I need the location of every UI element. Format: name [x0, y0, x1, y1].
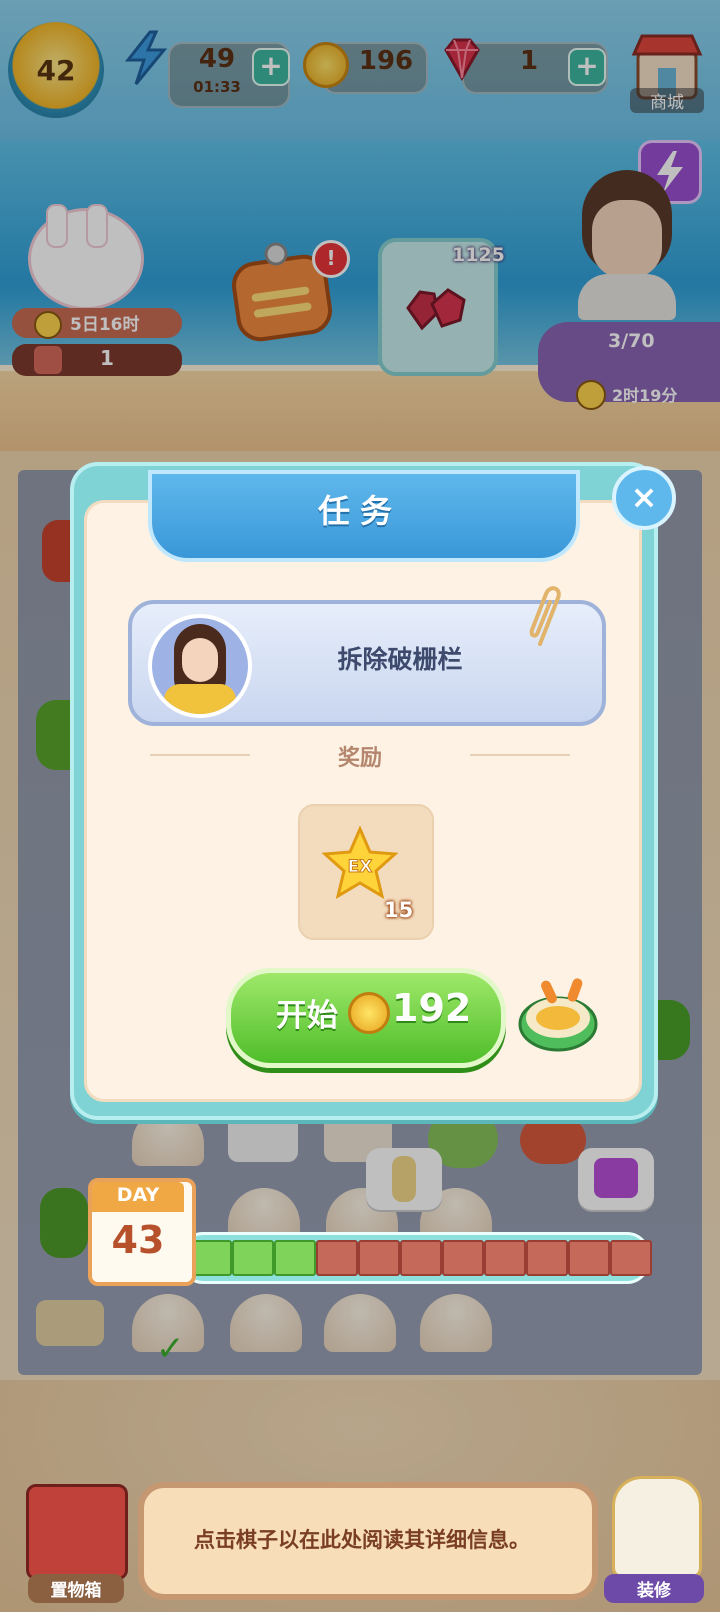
- modal-title: 任务: [317, 492, 402, 530]
- task-name: 拆除破栅栏: [337, 645, 463, 674]
- divider-right: [470, 754, 570, 756]
- info-hint-text: 点击棋子以在此处阅读其详细信息。: [194, 1528, 530, 1552]
- ex-star-label: EX: [348, 857, 373, 877]
- storage-label[interactable]: 置物箱: [28, 1574, 124, 1603]
- progress-segment-filled: [232, 1240, 274, 1276]
- reward-label: 奖励: [337, 746, 382, 771]
- close-button[interactable]: ×: [612, 466, 676, 530]
- progress-segment-filled: [190, 1240, 232, 1276]
- storage-box-icon[interactable]: [26, 1484, 128, 1580]
- day-number: 43: [111, 1218, 165, 1262]
- paperclip-icon: [529, 586, 561, 646]
- progress-segment-empty: [316, 1240, 358, 1276]
- cooking-pot-icon[interactable]: [514, 972, 606, 1060]
- divider-left: [150, 754, 250, 756]
- decorate-icon[interactable]: [612, 1476, 702, 1578]
- progress-segment-empty: [484, 1240, 526, 1276]
- start-price: 192: [392, 986, 472, 1030]
- progress-segment-empty: [442, 1240, 484, 1276]
- day-label: DAY: [116, 1184, 160, 1206]
- progress-segment-empty: [400, 1240, 442, 1276]
- progress-segment-empty: [526, 1240, 568, 1276]
- task-giver-avatar: [148, 614, 252, 718]
- reward-count: 15: [384, 898, 414, 922]
- start-label: 开始: [276, 998, 338, 1034]
- progress-segment-empty: [568, 1240, 610, 1276]
- ex-star-icon: EX: [322, 826, 398, 900]
- decorate-label[interactable]: 装修: [604, 1574, 704, 1603]
- coin-icon: [348, 992, 390, 1034]
- progress-segment-empty: [610, 1240, 652, 1276]
- progress-segment-empty: [358, 1240, 400, 1276]
- progress-segment-filled: [274, 1240, 316, 1276]
